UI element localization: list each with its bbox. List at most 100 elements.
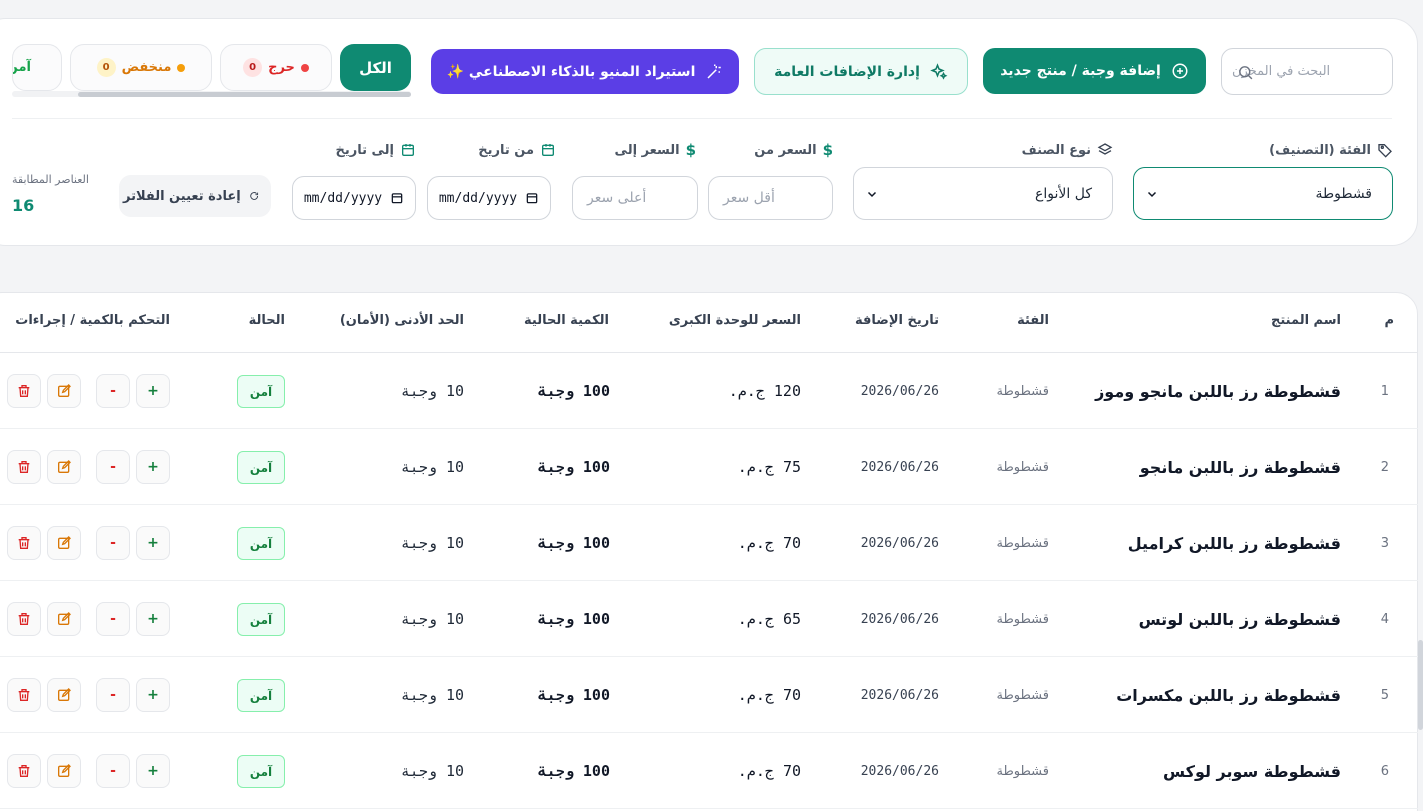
product-category: قشطوطة	[996, 611, 1049, 627]
table-row: 5 قشطوطة رز باللبن مكسرات قشطوطة 2026/06/26…	[0, 657, 1418, 733]
added-date: 2026/06/26	[860, 535, 939, 551]
delete-button[interactable]	[7, 678, 41, 712]
min-quantity: 10 وجبة	[400, 382, 464, 400]
decrease-quantity-button[interactable]: -	[96, 450, 130, 484]
filter-critical[interactable]: حرج 0	[220, 44, 332, 91]
increase-quantity-button[interactable]: +	[136, 602, 170, 636]
category-label-text: الفئة (التصنيف)	[1269, 142, 1371, 158]
page-scrollbar-thumb[interactable]	[1418, 640, 1423, 730]
date-to-input[interactable]: mm/dd/yyyy	[292, 176, 416, 220]
increase-quantity-button[interactable]: +	[136, 526, 170, 560]
search-input[interactable]: البحث في المخزن	[1221, 48, 1393, 95]
manage-addons-button[interactable]: إدارة الإضافات العامة	[754, 48, 968, 95]
status-badge: آمن	[237, 375, 285, 408]
current-quantity: 100 وجبة	[537, 458, 610, 476]
edit-button[interactable]	[47, 602, 81, 636]
toolbar-divider	[12, 118, 1392, 119]
category-select[interactable]: قشطوطة	[1133, 167, 1393, 220]
pills-scrollbar-thumb[interactable]	[78, 92, 411, 97]
row-index: 5	[1380, 687, 1389, 703]
status-badge: آمن	[237, 755, 285, 788]
product-category: قشطوطة	[996, 687, 1049, 703]
status-badge: آمن	[237, 603, 285, 636]
edit-button[interactable]	[47, 754, 81, 788]
critical-dot-icon	[300, 63, 309, 72]
category-select-value: قشطوطة	[1315, 185, 1372, 202]
reset-filters-button[interactable]: إعادة تعيين الفلاتر	[119, 175, 271, 217]
row-index: 1	[1380, 383, 1389, 399]
col-header-qty: الكمية الحالية	[524, 313, 609, 328]
manage-addons-label: إدارة الإضافات العامة	[774, 63, 920, 80]
chevron-down-icon	[1147, 191, 1157, 197]
table-row: 2 قشطوطة رز باللبن مانجو قشطوطة 2026/06/26 7…	[0, 429, 1418, 505]
col-header-price: السعر للوحدة الكبرى	[668, 313, 801, 328]
filter-safe[interactable]: آمن	[12, 44, 62, 91]
product-category: قشطوطة	[996, 535, 1049, 551]
add-product-label: إضافة وجبة / منتج جديد	[1000, 63, 1161, 79]
chevron-down-icon	[867, 191, 877, 197]
calendar-icon[interactable]	[390, 191, 404, 205]
trash-icon	[18, 689, 30, 701]
edit-icon	[58, 536, 71, 549]
delete-button[interactable]	[7, 754, 41, 788]
date-from-input[interactable]: mm/dd/yyyy	[427, 176, 551, 220]
decrease-quantity-button[interactable]: -	[96, 678, 130, 712]
table-row: 4 قشطوطة رز باللبن لوتس قشطوطة 2026/06/26 65…	[0, 581, 1418, 657]
trash-icon	[18, 461, 30, 473]
dollar-icon: $	[685, 141, 696, 159]
increase-quantity-button[interactable]: +	[136, 754, 170, 788]
table-row: 6 قشطوطة سوبر لوكس قشطوطة 2026/06/26 70 ج.م.…	[0, 733, 1418, 809]
date-to-label-text: إلى تاريخ	[335, 142, 394, 158]
added-date: 2026/06/26	[860, 611, 939, 627]
unit-price: 65 ج.م.	[737, 610, 801, 628]
product-name: قشطوطة رز باللبن مانجو	[1139, 457, 1341, 477]
sparkles-icon	[930, 62, 948, 80]
trash-icon	[18, 765, 30, 777]
ai-import-button[interactable]: استيراد المنيو بالذكاء الاصطناعي ✨	[431, 49, 739, 94]
added-date: 2026/06/26	[860, 687, 939, 703]
product-name: قشطوطة سوبر لوكس	[1163, 761, 1341, 781]
product-category: قشطوطة	[996, 763, 1049, 779]
col-header-status: الحالة	[248, 313, 285, 328]
increase-quantity-button[interactable]: +	[136, 450, 170, 484]
edit-button[interactable]	[47, 526, 81, 560]
price-to-placeholder: أعلى سعر	[587, 190, 647, 206]
decrease-quantity-button[interactable]: -	[96, 526, 130, 560]
decrease-quantity-button[interactable]: -	[96, 754, 130, 788]
search-icon	[1239, 66, 1253, 80]
type-select[interactable]: كل الأنواع	[853, 167, 1113, 220]
price-to-input[interactable]: أعلى سعر	[572, 176, 698, 220]
delete-button[interactable]	[7, 602, 41, 636]
magic-wand-icon	[707, 64, 722, 79]
add-product-button[interactable]: إضافة وجبة / منتج جديد	[983, 48, 1206, 94]
edit-button[interactable]	[47, 678, 81, 712]
filter-critical-count: 0	[243, 58, 263, 77]
delete-button[interactable]	[7, 450, 41, 484]
price-from-label-text: السعر من	[754, 142, 817, 158]
increase-quantity-button[interactable]: +	[136, 374, 170, 408]
unit-price: 70 ج.م.	[737, 686, 801, 704]
row-index: 2	[1380, 459, 1389, 475]
edit-button[interactable]	[47, 374, 81, 408]
increase-quantity-button[interactable]: +	[136, 678, 170, 712]
product-name: قشطوطة رز باللبن مانجو وموز	[1095, 381, 1341, 401]
decrease-quantity-button[interactable]: -	[96, 374, 130, 408]
filter-low[interactable]: منخفض 0	[70, 44, 212, 91]
edit-icon	[58, 384, 71, 397]
delete-button[interactable]	[7, 374, 41, 408]
refresh-icon	[249, 192, 258, 200]
calendar-icon	[402, 144, 414, 156]
calendar-icon	[542, 144, 554, 156]
delete-button[interactable]	[7, 526, 41, 560]
edit-icon	[58, 764, 71, 777]
unit-price: 120 ج.م.	[728, 382, 801, 400]
table-row: 1 قشطوطة رز باللبن مانجو وموز قشطوطة 2026/0…	[0, 353, 1418, 429]
reset-filters-label: إعادة تعيين الفلاتر	[123, 188, 241, 204]
decrease-quantity-button[interactable]: -	[96, 602, 130, 636]
calendar-icon[interactable]	[525, 191, 539, 205]
filter-all[interactable]: الكل	[340, 44, 411, 91]
price-from-input[interactable]: أقل سعر	[708, 176, 833, 220]
edit-button[interactable]	[47, 450, 81, 484]
filter-safe-label: آمن	[13, 60, 31, 75]
trash-icon	[18, 537, 30, 549]
